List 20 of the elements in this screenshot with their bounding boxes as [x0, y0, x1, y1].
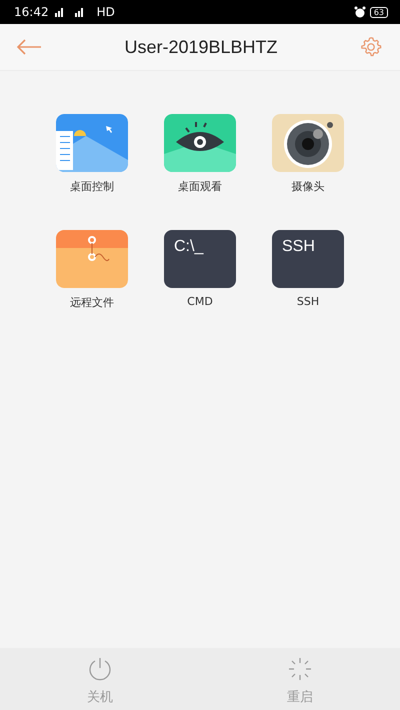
eye-app-icon[interactable] [164, 114, 236, 172]
app-label[interactable]: 摄像头 [292, 179, 324, 194]
network-type: HD [96, 5, 115, 19]
terminal-app-icon[interactable]: C:\_ [164, 230, 236, 288]
app-label[interactable]: 桌面控制 [70, 179, 114, 194]
power-icon [87, 656, 113, 682]
camera-app-icon[interactable] [272, 114, 344, 172]
back-arrow-icon[interactable] [16, 39, 42, 55]
app-label[interactable]: SSH [296, 295, 320, 308]
app-label[interactable]: 桌面观看 [178, 179, 222, 194]
window-title: User-2019BLBHTZ [124, 36, 278, 58]
app-label[interactable]: 远程文件 [70, 295, 114, 310]
battery-level: 63 [370, 6, 388, 18]
folder-app-icon[interactable] [56, 230, 128, 288]
desktop-app-icon[interactable] [56, 114, 128, 172]
settings-icon[interactable] [360, 36, 382, 58]
terminal-app-icon[interactable]: SSH [272, 230, 344, 288]
loading-icon [287, 656, 313, 682]
app-label[interactable]: CMD [187, 295, 213, 308]
status-time: 16:42 [14, 5, 49, 19]
